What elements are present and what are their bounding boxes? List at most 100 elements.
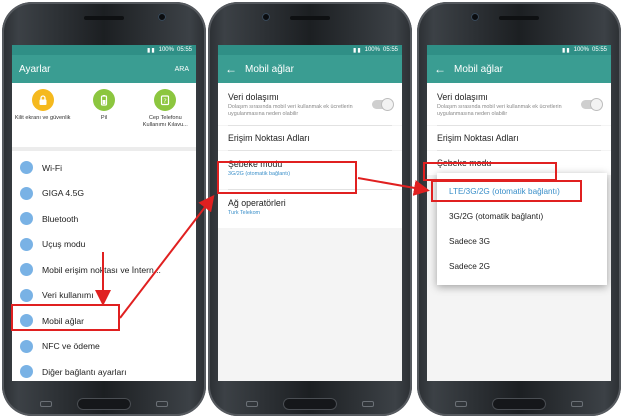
lock-icon [31,89,54,111]
data-roaming-row[interactable]: Veri dolaşımı Dolaşım sırasında mobil ve… [218,83,402,125]
clock: 05:55 [176,47,192,53]
earpiece-speaker [290,16,330,20]
nfc-icon [20,339,33,353]
highlight-network-mode [217,161,357,194]
settings-item-hotspot[interactable]: Mobil erişim noktası ve İntern... [12,257,196,283]
toggle-knob [381,98,394,111]
earpiece-speaker [499,16,539,20]
app-bar: ← Mobil ağlar [218,55,402,83]
battery-icon [92,89,115,111]
highlight-lte-option [431,180,582,202]
back-key[interactable] [156,401,168,407]
settings-item-label: Uçuş modu [42,239,86,250]
data-roaming-title: Veri dolaşımı [437,92,488,102]
home-button[interactable] [492,398,546,410]
settings-item-giga[interactable]: GIGA 4.5G [12,181,196,207]
apn-title: Erişim Noktası Adları [228,133,310,143]
quick-settings: Kilit ekranı ve güvenlik Pil ? Cep Telef… [12,83,196,151]
quick-lock-security[interactable]: Kilit ekranı ve güvenlik [15,89,71,147]
search-button[interactable]: ARA [175,66,189,73]
settings-item-bluetooth[interactable]: Bluetooth [12,206,196,232]
battery-percent: 100% [573,47,589,53]
recent-apps-key[interactable] [455,401,467,407]
data-roaming-row[interactable]: Veri dolaşımı Dolaşım sırasında mobil ve… [427,83,611,125]
quick-label: Kilit ekranı ve güvenlik [14,115,71,121]
home-button[interactable] [77,398,131,410]
settings-item-label: GIGA 4.5G [42,188,85,199]
wifi-icon [20,161,33,175]
phone-network-mode-dialog: ▮▮ 100% 05:55 ← Mobil ağlar Veri dolaşım… [417,2,621,416]
status-bar: ▮▮ 100% 05:55 [427,45,611,55]
page-title: Mobil ağlar [245,63,294,75]
data-roaming-title: Veri dolaşımı [228,92,279,102]
svg-text:?: ? [164,97,167,105]
data-usage-icon [20,288,33,302]
signal-icon: ▮▮ [353,47,362,54]
apn-row[interactable]: Erişim Noktası Adları [427,126,611,150]
recent-apps-key[interactable] [40,401,52,407]
phone-settings: ▮▮ 100% 05:55 Ayarlar ARA Kilit ekranı v… [2,2,206,416]
more-connections-icon [20,365,33,379]
option-2g-only[interactable]: Sadece 2G [437,254,607,279]
network-operators-title: Ağ operatörleri [228,198,286,208]
data-roaming-description: Dolaşım sırasında mobil veri kullanmak e… [437,104,562,117]
clock: 05:55 [591,47,607,53]
apn-row[interactable]: Erişim Noktası Adları [218,126,402,150]
apn-title: Erişim Noktası Adları [437,133,519,143]
data-roaming-toggle[interactable] [372,98,394,111]
settings-list: Wi-Fi GIGA 4.5G Bluetooth Uçuş modu Mobi… [12,151,196,381]
option-3g-2g[interactable]: 3G/2G (otomatik bağlantı) [437,204,607,229]
network-operators-value: Turk Telekom [228,210,261,216]
battery-percent: 100% [158,47,174,53]
page-title: Ayarlar [19,63,51,75]
clock: 05:55 [382,47,398,53]
settings-item-label: Diğer bağlantı ayarları [42,366,127,377]
page-title: Mobil ağlar [454,63,503,75]
back-arrow-icon[interactable]: ← [225,62,237,76]
help-icon: ? [154,89,177,111]
airplane-icon [20,237,33,251]
settings-item-label: Bluetooth [42,213,79,224]
settings-item-label: Wi-Fi [42,162,63,173]
highlight-network-mode-title [423,162,557,181]
signal-icon: ▮▮ [147,47,156,54]
data-roaming-toggle[interactable] [581,98,603,111]
back-key[interactable] [571,401,583,407]
home-button[interactable] [283,398,337,410]
settings-item-label: Veri kullanımı [42,290,94,301]
screen-mobile-networks: ▮▮ 100% 05:55 ← Mobil ağlar Veri dolaşım… [218,45,402,381]
app-bar: Ayarlar ARA [12,55,196,83]
front-camera [158,13,166,21]
data-roaming-description: Dolaşım sırasında mobil veri kullanmak e… [228,104,353,117]
hotspot-icon [20,263,33,277]
earpiece-speaker [84,16,124,20]
settings-item-label: NFC ve ödeme [42,341,100,352]
network-icon [20,186,33,200]
settings-item-more-connections[interactable]: Diğer bağlantı ayarları [12,359,196,381]
highlight-mobile-networks [11,304,120,331]
front-camera [262,13,270,21]
quick-label: Pil [100,115,108,121]
option-3g-only[interactable]: Sadece 3G [437,229,607,254]
settings-item-label: Mobil erişim noktası ve İntern... [42,264,161,275]
battery-percent: 100% [364,47,380,53]
settings-item-nfc[interactable]: NFC ve ödeme [12,334,196,360]
front-camera [471,13,479,21]
screen-network-mode-dialog: ▮▮ 100% 05:55 ← Mobil ağlar Veri dolaşım… [427,45,611,381]
quick-battery[interactable]: Pil [76,89,132,147]
bluetooth-icon [20,212,33,226]
recent-apps-key[interactable] [246,401,258,407]
app-bar: ← Mobil ağlar [427,55,611,83]
back-key[interactable] [362,401,374,407]
back-arrow-icon[interactable]: ← [434,62,446,76]
status-bar: ▮▮ 100% 05:55 [12,45,196,55]
quick-label: Cep Telefonu Kullanımı Kılavu... [142,115,188,128]
status-bar: ▮▮ 100% 05:55 [218,45,402,55]
quick-user-guide[interactable]: ? Cep Telefonu Kullanımı Kılavu... [137,89,193,147]
phone-mobile-networks: ▮▮ 100% 05:55 ← Mobil ağlar Veri dolaşım… [208,2,412,416]
toggle-knob [590,98,603,111]
settings-item-wifi[interactable]: Wi-Fi [12,155,196,181]
settings-item-airplane[interactable]: Uçuş modu [12,232,196,258]
signal-icon: ▮▮ [562,47,571,54]
network-operators-row[interactable]: Ağ operatörleri Turk Telekom [218,190,402,228]
